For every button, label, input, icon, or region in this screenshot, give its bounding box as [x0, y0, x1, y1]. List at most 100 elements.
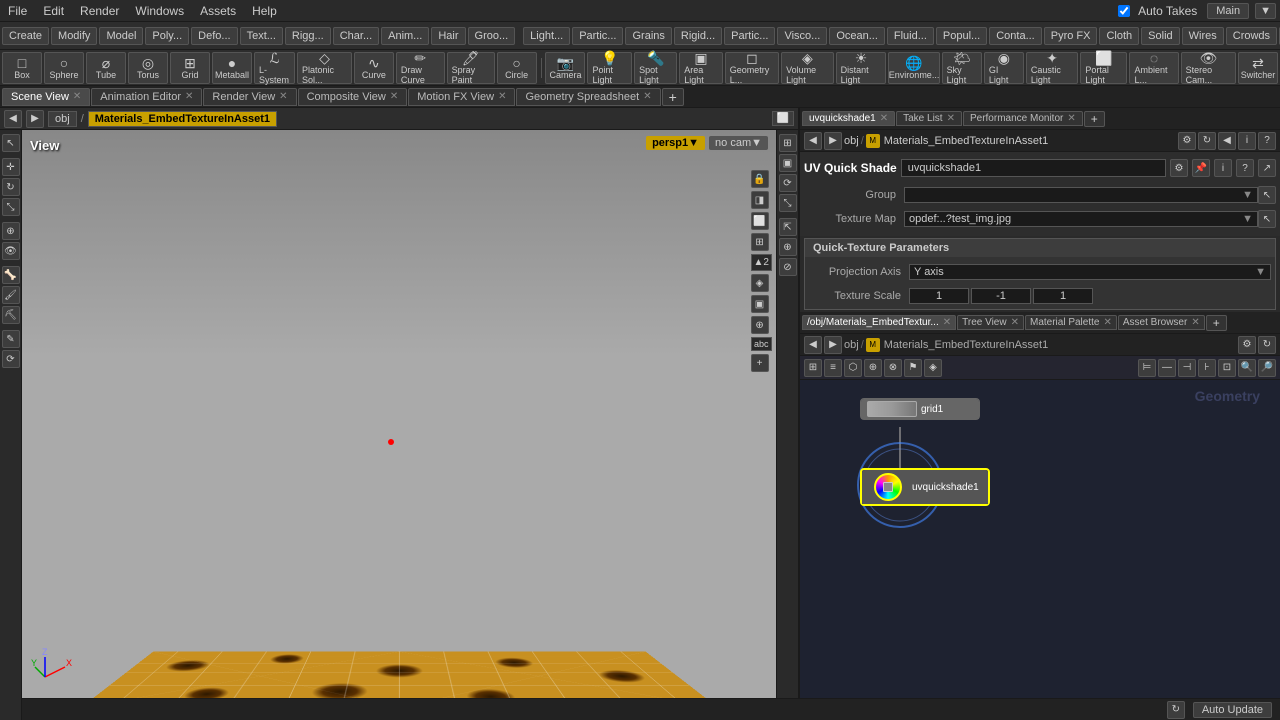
tool-curve[interactable]: ∿Curve [354, 52, 394, 84]
tab-close-anim[interactable]: ✕ [185, 91, 193, 102]
tex-scale-z[interactable] [1033, 288, 1093, 304]
menu-windows[interactable]: Windows [131, 2, 188, 20]
tab-animation-editor[interactable]: Animation Editor ✕ [91, 88, 202, 106]
tool-stereocam[interactable]: 👁Stereo Cam... [1181, 52, 1236, 84]
path-info-btn[interactable]: i [1238, 132, 1256, 150]
ne-obj[interactable]: obj [844, 339, 859, 351]
ne-move-btn[interactable]: ⊣ [1178, 359, 1196, 377]
shelf-model[interactable]: Model [99, 27, 143, 45]
vrt-btn1[interactable]: ⊞ [779, 134, 797, 152]
vlt-rotate[interactable]: ↻ [2, 178, 20, 196]
proj-axis-dropdown[interactable]: Y axis ▼ [909, 264, 1271, 280]
viewport-3d[interactable]: ↖ ✛ ↻ ⤡ ⊕ 👁 🦴 🖌 ⛏ ✎ ⟳ [0, 130, 798, 720]
node-uvquickshade1[interactable]: uvquickshade1 [860, 468, 990, 506]
ne-zoom-in-btn[interactable]: 🔍 [1238, 359, 1256, 377]
shelf-conta[interactable]: Conta... [989, 27, 1042, 45]
path-collapse-btn[interactable]: ◀ [1218, 132, 1236, 150]
rtab-takelist[interactable]: Take List ✕ [896, 111, 962, 126]
vp-bg-btn[interactable]: ▣ [751, 295, 769, 313]
tab-close-composite[interactable]: ✕ [390, 91, 398, 102]
auto-takes-checkbox[interactable] [1118, 5, 1130, 17]
tool-tube[interactable]: ⌀Tube [86, 52, 126, 84]
shelf-modify[interactable]: Modify [51, 27, 97, 45]
tab-scene-view[interactable]: Scene View ✕ [2, 88, 90, 106]
tool-grid[interactable]: ⊞Grid [170, 52, 210, 84]
ntab-close-tree[interactable]: ✕ [1011, 317, 1019, 328]
tab-add[interactable]: + [662, 88, 684, 106]
menu-render[interactable]: Render [76, 2, 123, 20]
tool-platonic[interactable]: ◇Platonic Sol... [297, 52, 352, 84]
uvqs-help-btn[interactable]: ? [1236, 159, 1254, 177]
vlt-edit[interactable]: ✎ [2, 330, 20, 348]
tool-switcher[interactable]: ⇄Switcher [1238, 52, 1278, 84]
vp-wire-btn[interactable]: ⊞ [751, 233, 769, 251]
ne-back-btn[interactable]: ◀ [804, 336, 822, 354]
ne-connect-btn[interactable]: ⊗ [884, 359, 902, 377]
ntab-close-matpal[interactable]: ✕ [1103, 317, 1111, 328]
auto-update-btn[interactable]: Auto Update [1193, 702, 1272, 718]
tool-skylight[interactable]: 🌤Sky Light [942, 52, 982, 84]
ne-net-btn[interactable]: ⬡ [844, 359, 862, 377]
ne-align-btn[interactable]: ⊨ [1138, 359, 1156, 377]
vp-expand-btn[interactable]: ⬜ [772, 111, 794, 126]
tab-composite-view[interactable]: Composite View ✕ [298, 88, 408, 106]
tex-scale-y[interactable] [971, 288, 1031, 304]
ne-filter-btn[interactable]: ⊕ [864, 359, 882, 377]
rtab-close-uvqs[interactable]: ✕ [880, 113, 888, 124]
vp-disp-btn[interactable]: ⬜ [751, 212, 769, 230]
vp-back-btn[interactable]: ◀ [4, 110, 22, 128]
ntab-close-mat[interactable]: ✕ [943, 317, 951, 328]
group-dropdown[interactable]: ▼ [904, 187, 1258, 203]
shelf-defo[interactable]: Defo... [191, 27, 237, 45]
rtab-close-take[interactable]: ✕ [947, 113, 955, 124]
tool-box[interactable]: □Box [2, 52, 42, 84]
workspace-arrow[interactable]: ▼ [1255, 3, 1276, 19]
texmap-browse-btn[interactable]: ↖ [1258, 210, 1276, 228]
shelf-create[interactable]: Create [2, 27, 49, 45]
vlt-paint[interactable]: 🖌 [2, 286, 20, 304]
shelf-wires[interactable]: Wires [1182, 27, 1224, 45]
vrt-btn2[interactable]: ▣ [779, 154, 797, 172]
tool-metaball[interactable]: ●Metaball [212, 52, 252, 84]
tab-close-scene[interactable]: ✕ [73, 91, 81, 102]
tool-causticlight[interactable]: ✦Caustic Light [1026, 52, 1078, 84]
menu-file[interactable]: File [4, 2, 31, 20]
vrt-btn7[interactable]: ⊘ [779, 258, 797, 276]
vlt-select[interactable]: ↖ [2, 134, 20, 152]
shelf-groo[interactable]: Groo... [468, 27, 516, 45]
shelf-crowds[interactable]: Crowds [1226, 27, 1277, 45]
ne-flag-btn[interactable]: ⚑ [904, 359, 922, 377]
vrt-btn3[interactable]: ⟳ [779, 174, 797, 192]
tool-sphere[interactable]: ○Sphere [44, 52, 84, 84]
tool-gilight[interactable]: ◉GI Light [984, 52, 1024, 84]
path-back-btn[interactable]: ◀ [804, 132, 822, 150]
tab-close-render[interactable]: ✕ [279, 91, 287, 102]
shelf-light[interactable]: Light... [523, 27, 570, 45]
tool-distantlight[interactable]: ☀Distant Light [836, 52, 887, 84]
vp-obj-selector[interactable]: obj [48, 111, 77, 127]
shelf-grains[interactable]: Grains [625, 27, 671, 45]
tool-spraypaint[interactable]: 🖊Spray Paint [447, 52, 495, 84]
path-help-btn[interactable]: ? [1258, 132, 1276, 150]
rtab-uvquickshade[interactable]: uvquickshade1 ✕ [802, 111, 895, 126]
shelf-rigid[interactable]: Rigid... [674, 27, 722, 45]
vrt-btn4[interactable]: ⤡ [779, 194, 797, 212]
path-asset[interactable]: Materials_EmbedTextureInAsset1 [884, 135, 1048, 147]
vlt-pose[interactable]: 🦴 [2, 266, 20, 284]
tool-drawcurve[interactable]: ✏Draw Curve [396, 52, 445, 84]
tool-camera[interactable]: 📷Camera [545, 52, 585, 84]
vp-snap-btn[interactable]: ⊕ [751, 316, 769, 334]
shelf-solid[interactable]: Solid [1141, 27, 1179, 45]
tool-volumelight[interactable]: ◈Volume Light [781, 52, 833, 84]
ne-asset[interactable]: Materials_EmbedTextureInAsset1 [884, 339, 1048, 351]
vlt-loop[interactable]: ⟳ [2, 350, 20, 368]
shelf-anim[interactable]: Anim... [381, 27, 429, 45]
ntab-matpalette[interactable]: Material Palette ✕ [1025, 315, 1117, 330]
menu-assets[interactable]: Assets [196, 2, 240, 20]
shelf-hair[interactable]: Hair [431, 27, 465, 45]
cam-btn[interactable]: no cam▼ [709, 136, 768, 150]
shelf-rigg[interactable]: Rigg... [285, 27, 331, 45]
shelf-text[interactable]: Text... [240, 27, 283, 45]
path-settings-btn[interactable]: ⚙ [1178, 132, 1196, 150]
shelf-popul[interactable]: Popul... [936, 27, 987, 45]
